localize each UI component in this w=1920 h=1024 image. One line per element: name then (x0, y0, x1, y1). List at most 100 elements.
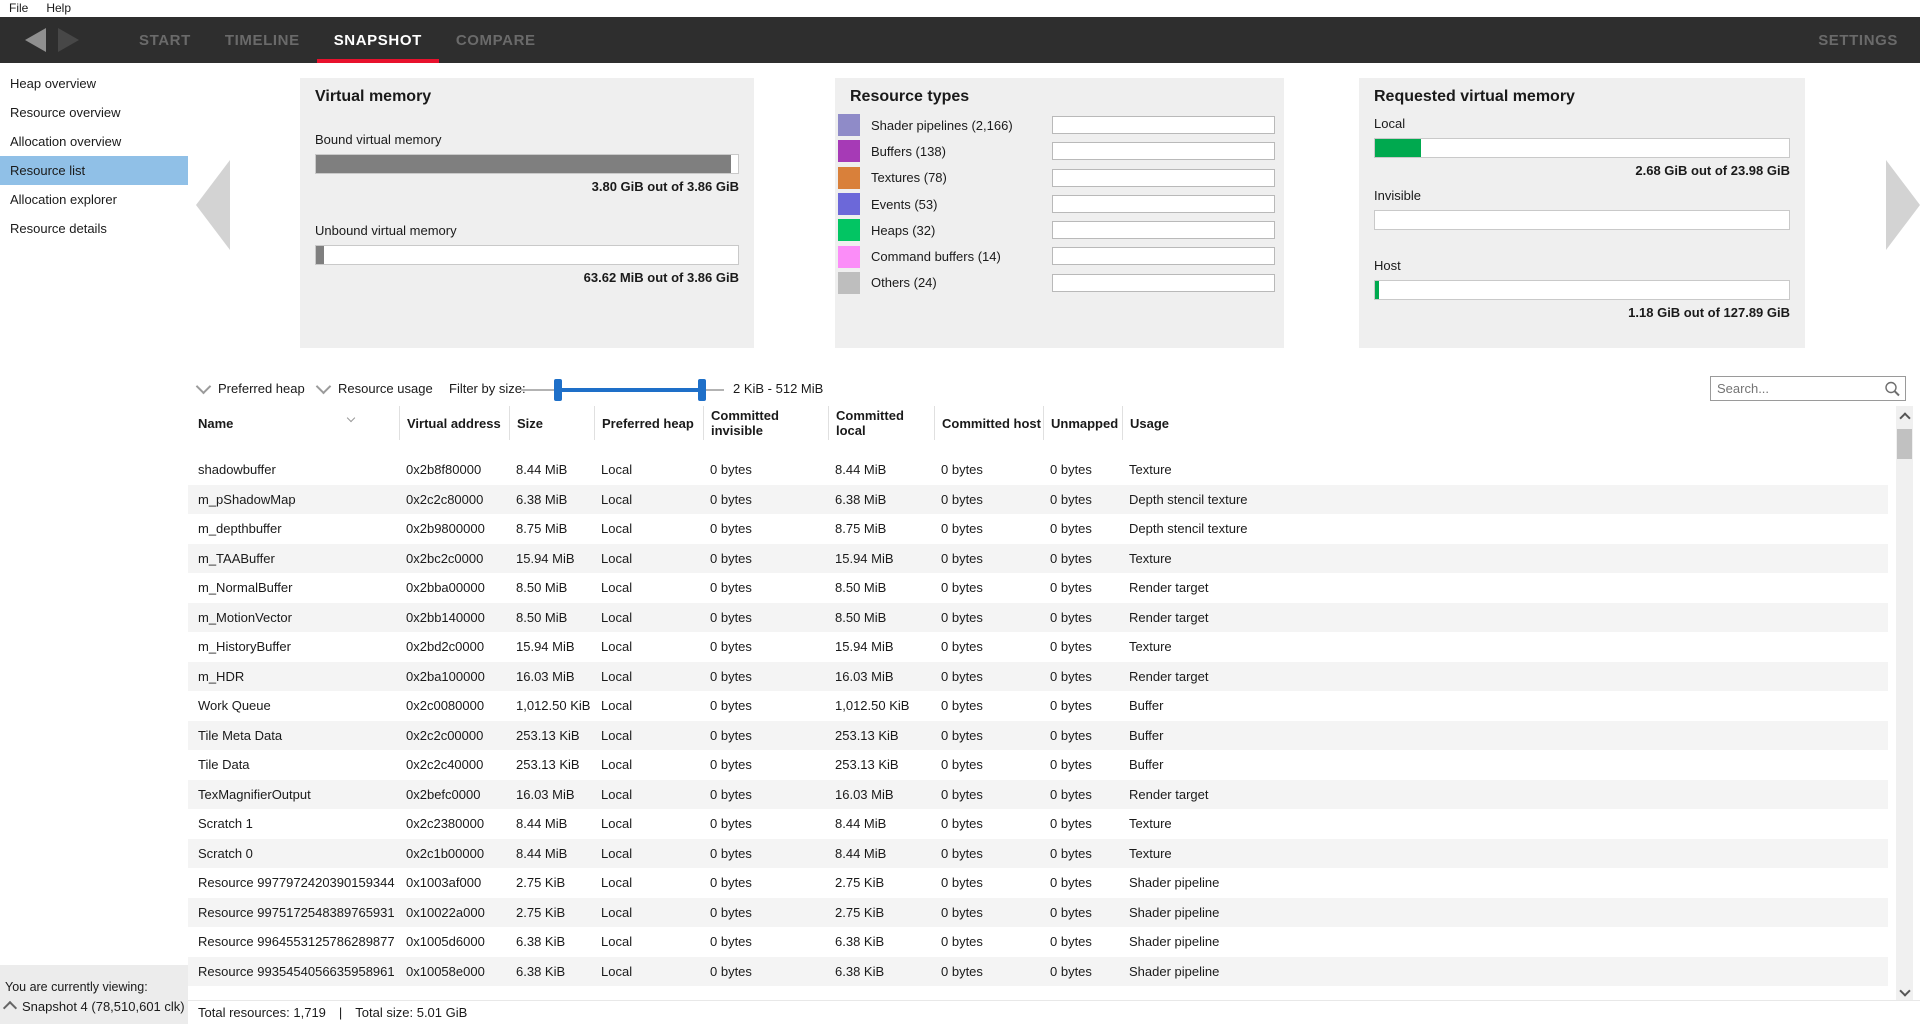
table-row[interactable]: m_depthbuffer0x2b98000008.75 MiBLocal0 b… (188, 514, 1888, 544)
panel-title: Virtual memory (315, 88, 739, 106)
scroll-up-button[interactable] (1896, 406, 1913, 426)
cell: 6.38 MiB (509, 492, 594, 507)
sidebar-item-resource-list[interactable]: Resource list (0, 156, 188, 185)
table-row[interactable]: m_HistoryBuffer0x2bd2c000015.94 MiBLocal… (188, 632, 1888, 662)
cell: Shader pipeline (1122, 905, 1888, 920)
slider-handle-min[interactable] (554, 379, 562, 401)
table-row[interactable]: Tile Meta Data0x2c2c00000253.13 KiBLocal… (188, 721, 1888, 751)
cell: 0 bytes (934, 639, 1043, 654)
sidebar-item-allocation-overview[interactable]: Allocation overview (0, 127, 188, 156)
tab-snapshot[interactable]: SNAPSHOT (317, 17, 439, 63)
resource-types-panel: Resource types Shader pipelines (2,166) … (835, 78, 1284, 348)
preferred-heap-dropdown[interactable]: Preferred heap (198, 378, 305, 398)
tab-settings[interactable]: SETTINGS (1818, 17, 1898, 63)
column-header-unmapped[interactable]: Unmapped (1043, 406, 1122, 440)
table-row[interactable]: shadowbuffer0x2b8f800008.44 MiBLocal0 by… (188, 455, 1888, 485)
sidebar-item-resource-overview[interactable]: Resource overview (0, 98, 188, 127)
table-row[interactable]: m_pShadowMap0x2c2c800006.38 MiBLocal0 by… (188, 485, 1888, 515)
cell: 0 bytes (703, 492, 828, 507)
cell: 0 bytes (703, 728, 828, 743)
chevron-up-icon[interactable] (3, 1001, 17, 1015)
column-header-size[interactable]: Size (509, 406, 594, 440)
cell: 0 bytes (934, 728, 1043, 743)
carousel-prev-button[interactable] (196, 160, 230, 250)
sort-chevron-icon (347, 414, 355, 422)
cell: 0x1003af000 (399, 875, 509, 890)
cell: 0 bytes (703, 551, 828, 566)
cell: Local (594, 964, 703, 979)
resource-type-swatch (838, 167, 860, 189)
scroll-down-button[interactable] (1896, 982, 1913, 1002)
resource-type-bar (1052, 274, 1275, 292)
sidebar-item-resource-details[interactable]: Resource details (0, 214, 188, 243)
resource-type-row: Heaps (32) (838, 217, 1276, 243)
column-header-virtual-address[interactable]: Virtual address (399, 406, 509, 440)
cell: 0x2c1b00000 (399, 846, 509, 861)
table-row[interactable]: m_NormalBuffer0x2bba000008.50 MiBLocal0 … (188, 573, 1888, 603)
slider-handle-max[interactable] (698, 379, 706, 401)
cell: Local (594, 580, 703, 595)
table-row[interactable]: Resource 99354540566359589610x10058e0006… (188, 957, 1888, 987)
table-row[interactable]: m_MotionVector0x2bb1400008.50 MiBLocal0 … (188, 603, 1888, 633)
cell: 16.03 MiB (828, 787, 934, 802)
resource-type-bar (1052, 221, 1275, 239)
cell: Local (594, 846, 703, 861)
carousel-next-button[interactable] (1886, 160, 1920, 250)
tab-compare[interactable]: COMPARE (439, 17, 553, 63)
cell: 2.75 KiB (828, 905, 934, 920)
column-header-committed-invisible[interactable]: Committed invisible (703, 406, 828, 440)
cell: 0 bytes (934, 521, 1043, 536)
menu-help[interactable]: Help (37, 0, 80, 17)
cell: Buffer (1122, 698, 1888, 713)
forward-arrow-icon[interactable] (58, 28, 79, 52)
column-header-name[interactable]: Name (188, 406, 399, 440)
menu-file[interactable]: File (0, 0, 37, 17)
table-row[interactable]: m_HDR0x2ba10000016.03 MiBLocal0 bytes16.… (188, 662, 1888, 692)
vertical-scrollbar[interactable] (1896, 406, 1913, 1002)
nav-bar: STARTTIMELINESNAPSHOTCOMPARE SETTINGS (0, 17, 1920, 63)
tab-timeline[interactable]: TIMELINE (208, 17, 317, 63)
sidebar-item-heap-overview[interactable]: Heap overview (0, 69, 188, 98)
cell: Local (594, 816, 703, 831)
cell: 0 bytes (1043, 964, 1122, 979)
cell: 0x2c0080000 (399, 698, 509, 713)
table-row[interactable]: Tile Data0x2c2c40000253.13 KiBLocal0 byt… (188, 750, 1888, 780)
table-row[interactable]: Resource 99779724203901593440x1003af0002… (188, 868, 1888, 898)
cell: 0 bytes (703, 580, 828, 595)
cell: 0 bytes (934, 816, 1043, 831)
table-row[interactable]: Work Queue0x2c00800001,012.50 KiBLocal0 … (188, 691, 1888, 721)
cell: 253.13 KiB (828, 757, 934, 772)
table-row[interactable]: Scratch 00x2c1b000008.44 MiBLocal0 bytes… (188, 839, 1888, 869)
cell: 8.50 MiB (828, 580, 934, 595)
cell: Work Queue (188, 698, 399, 713)
cell: 0 bytes (703, 462, 828, 477)
sidebar-item-allocation-explorer[interactable]: Allocation explorer (0, 185, 188, 214)
column-header-usage[interactable]: Usage (1122, 406, 1888, 440)
table-row[interactable]: m_TAABuffer0x2bc2c000015.94 MiBLocal0 by… (188, 544, 1888, 574)
cell: 8.44 MiB (828, 462, 934, 477)
cell: Render target (1122, 787, 1888, 802)
table-row[interactable]: Resource 99751725483897659310x10022a0002… (188, 898, 1888, 928)
cell: m_TAABuffer (188, 551, 399, 566)
resource-usage-dropdown[interactable]: Resource usage (318, 378, 433, 398)
size-range-slider[interactable] (521, 378, 724, 402)
resource-type-label: Textures (78) (871, 170, 947, 185)
scrollbar-thumb[interactable] (1897, 429, 1912, 459)
back-arrow-icon[interactable] (25, 28, 46, 52)
column-header-committed-local[interactable]: Committed local (828, 406, 934, 440)
table-row[interactable]: Scratch 10x2c23800008.44 MiBLocal0 bytes… (188, 809, 1888, 839)
table-row[interactable]: TexMagnifierOutput0x2befc000016.03 MiBLo… (188, 780, 1888, 810)
memory-bar-caption: 1.18 GiB out of 127.89 GiB (1374, 305, 1790, 321)
cell: 0 bytes (1043, 875, 1122, 890)
search-input[interactable] (1711, 377, 1885, 400)
cell: 6.38 KiB (509, 964, 594, 979)
column-header-committed-host[interactable]: Committed host (934, 406, 1043, 440)
cell: 0 bytes (1043, 787, 1122, 802)
table-row[interactable]: Resource 99645531257862898770x1005d60006… (188, 927, 1888, 957)
tab-start[interactable]: START (122, 17, 208, 63)
column-header-preferred-heap[interactable]: Preferred heap (594, 406, 703, 440)
cell: 0 bytes (934, 551, 1043, 566)
cell: Tile Data (188, 757, 399, 772)
cell: 16.03 MiB (509, 669, 594, 684)
search-box (1710, 376, 1906, 401)
